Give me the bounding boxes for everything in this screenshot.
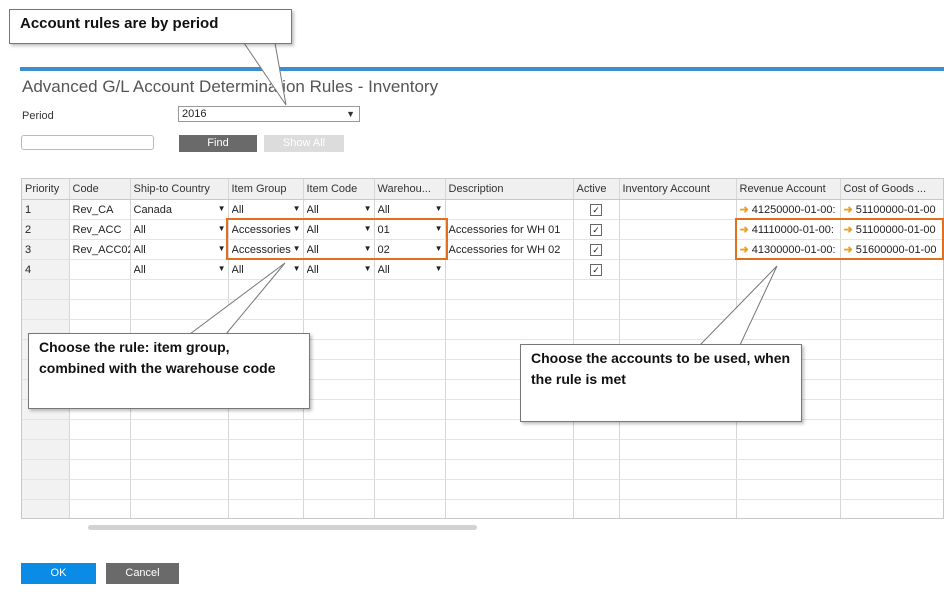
rule-callout: Choose the rule: item group, combined wi… [28, 333, 310, 409]
accounts-callout: Choose the accounts to be used, when the… [520, 344, 802, 422]
callout-pointers [188, 42, 778, 346]
period-callout: Account rules are by period [9, 9, 292, 44]
